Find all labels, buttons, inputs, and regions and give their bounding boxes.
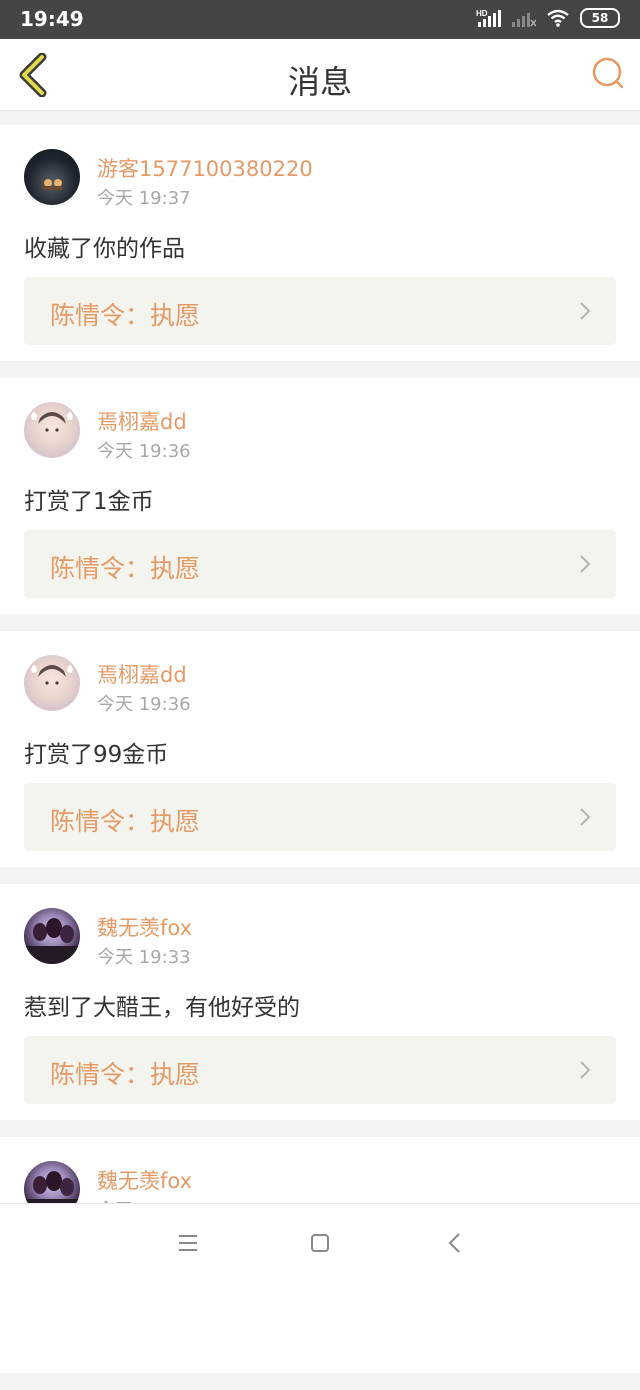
message-time: 今天 19:36 [97,441,191,462]
message-text: 惹到了大醋王，有他好受的 [24,995,300,1021]
avatar[interactable] [24,149,80,205]
message-card: 焉栩嘉dd 今天 19:36 打赏了1金币 陈情令：执愿 [0,378,640,614]
avatar[interactable] [24,402,80,458]
message-text: 打赏了99金币 [24,742,169,768]
username[interactable]: 游客1577100380220 [97,153,313,183]
message-time: 今天 19:36 [97,694,191,715]
search-icon[interactable] [590,55,626,91]
username[interactable]: 焉栩嘉dd [97,659,187,689]
work-link[interactable]: 陈情令：执愿 [24,530,616,598]
app-header: 消息 [0,39,640,111]
signal-off-icon [512,13,536,27]
svg-text:HD: HD [476,9,488,18]
work-title: 陈情令：执愿 [50,554,201,583]
status-icons: HD 58 [476,8,620,28]
chevron-right-icon [580,555,591,573]
username[interactable]: 魏无羡fox [97,912,192,942]
message-time: 今天 19:33 [97,947,191,968]
message-text: 收藏了你的作品 [24,236,185,262]
username[interactable]: 焉栩嘉dd [97,406,187,436]
home-icon[interactable] [305,1228,335,1258]
message-card: 焉栩嘉dd 今天 19:36 打赏了99金币 陈情令：执愿 [0,631,640,867]
avatar[interactable] [24,655,80,711]
battery-icon: 58 [580,8,620,28]
page-title: 消息 [287,63,352,101]
message-time: 今天 19:37 [97,188,191,209]
menu-icon[interactable] [173,1228,203,1258]
work-link[interactable]: 陈情令：执愿 [24,1036,616,1104]
message-list: 游客1577100380220 今天 19:37 收藏了你的作品 陈情令：执愿 … [0,125,640,1390]
back-icon[interactable] [440,1228,470,1258]
username[interactable]: 魏无羡fox [97,1165,192,1195]
hd-signal-icon: HD [476,9,501,27]
message-card: 游客1577100380220 今天 19:37 收藏了你的作品 陈情令：执愿 [0,125,640,361]
chevron-right-icon [580,302,591,320]
avatar[interactable] [24,908,80,964]
work-title: 陈情令：执愿 [50,807,201,836]
work-title: 陈情令：执愿 [50,1060,201,1089]
chevron-right-icon [580,1061,591,1079]
work-link[interactable]: 陈情令：执愿 [24,277,616,345]
status-bar: 19:49 HD 58 [0,0,640,39]
message-card: 魏无羡fox 今天 19:33 惹到了大醋王，有他好受的 陈情令：执愿 [0,884,640,1120]
system-nav-bar [0,1203,640,1281]
message-text: 打赏了1金币 [24,489,154,515]
work-title: 陈情令：执愿 [50,301,201,330]
chevron-right-icon [580,808,591,826]
work-link[interactable]: 陈情令：执愿 [24,783,616,851]
status-time: 19:49 [20,7,84,31]
wifi-icon [547,9,569,27]
